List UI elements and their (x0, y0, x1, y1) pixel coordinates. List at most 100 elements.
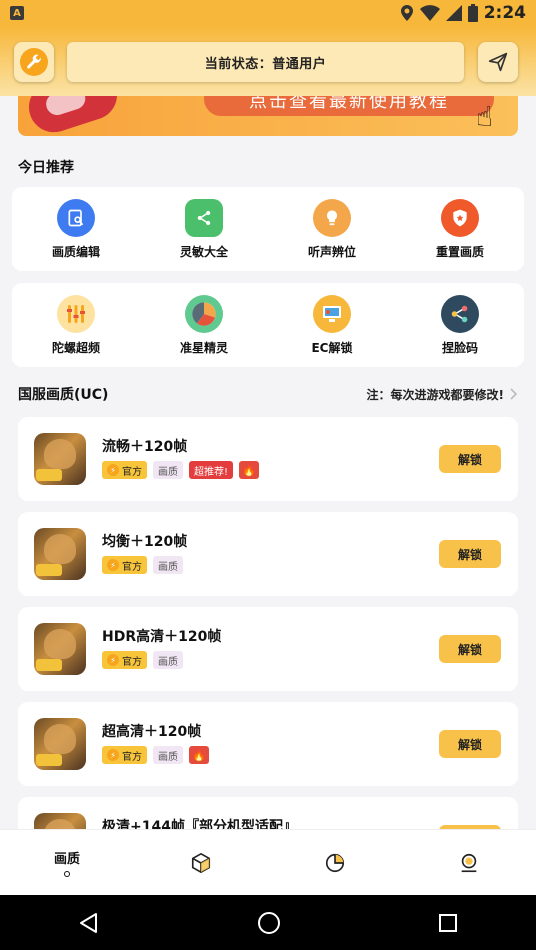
wrench-icon (27, 54, 41, 69)
tool-label: 准星精灵 (179, 341, 228, 355)
quality-tag: 画质 (153, 651, 183, 669)
megaphone-icon (22, 96, 124, 136)
official-badge-icon: ⚡ (107, 464, 119, 476)
today-row-2: 陀螺超频 准星精灵 EC解锁 捏脸码 (12, 283, 524, 367)
preset-tags: ⚡ 官方 画质 🔥 (102, 746, 209, 764)
preset-name: HDR高清＋120帧 (102, 629, 222, 645)
signal-icon (445, 5, 462, 21)
tool-reset-quality[interactable]: 重置画质 (396, 187, 524, 271)
tool-label: 灵敏大全 (179, 245, 228, 259)
nav-label: 画质 (53, 852, 80, 867)
preset-name: 超高清＋120帧 (102, 724, 202, 740)
tool-sensitivity[interactable]: 灵敏大全 (140, 187, 268, 271)
send-icon (488, 52, 508, 72)
game-thumbnail (34, 528, 86, 580)
nav-chart[interactable] (268, 830, 402, 895)
chevron-right-icon (510, 388, 518, 400)
pie-icon (185, 295, 223, 333)
preset-name: 均衡＋120帧 (102, 534, 188, 550)
preset-card: 极清+144帧『部分机型适配』 (18, 797, 518, 829)
tool-crosshair[interactable]: 准星精灵 (140, 283, 268, 367)
unlock-button[interactable]: 解锁 (439, 540, 501, 568)
tool-label: 捏脸码 (441, 341, 478, 355)
cube-icon (191, 852, 211, 873)
tool-label: EC解锁 (311, 341, 353, 355)
today-section-title: 今日推荐 (18, 160, 74, 176)
app-indicator-icon: A (10, 6, 24, 20)
battery-icon (467, 4, 478, 22)
preset-name: 流畅＋120帧 (102, 439, 188, 455)
bulb-icon (313, 199, 351, 237)
preset-tags: ⚡ 官方 画质 (102, 556, 183, 574)
official-tag: ⚡ 官方 (102, 556, 147, 574)
unlock-button[interactable]: 解锁 (439, 635, 501, 663)
tool-gyro-overclock[interactable]: 陀螺超频 (12, 283, 140, 367)
tool-ec-unlock[interactable]: EC解锁 (268, 283, 396, 367)
system-navigation-bar (0, 895, 536, 950)
preset-card: 流畅＋120帧 ⚡ 官方 画质 超推荐! 🔥 解锁 (18, 417, 518, 501)
status-bar: A 2:24 (0, 0, 536, 26)
pointing-hand-icon: ☝ (476, 100, 494, 133)
preset-card: HDR高清＋120帧 ⚡ 官方 画质 解锁 (18, 607, 518, 691)
nav-quality[interactable]: 画质 (0, 830, 134, 895)
game-thumbnail (34, 433, 86, 485)
profile-icon (461, 853, 477, 872)
official-tag: ⚡ 官方 (102, 461, 147, 479)
uc-note-text: 注：每次进游戏都要修改! (366, 387, 504, 402)
tool-label: 画质编辑 (51, 245, 100, 259)
clock: 2:24 (483, 3, 526, 23)
share-node-icon (441, 295, 479, 333)
official-tag: ⚡ 官方 (102, 651, 147, 669)
unlock-button[interactable]: 解锁 (439, 730, 501, 758)
unlock-button[interactable]: 解锁 (439, 445, 501, 473)
game-thumbnail (34, 623, 86, 675)
official-badge-icon: ⚡ (107, 654, 119, 666)
uc-section-header: 国服画质(UC) 注：每次进游戏都要修改! (18, 384, 518, 404)
tools-button[interactable] (14, 42, 54, 82)
nav-cube[interactable] (134, 830, 268, 895)
recents-icon[interactable] (438, 913, 458, 933)
game-thumbnail (34, 718, 86, 770)
location-icon (400, 5, 413, 21)
quality-tag: 画质 (153, 556, 183, 574)
game-thumbnail (34, 813, 86, 829)
wifi-icon (419, 5, 440, 21)
top-header: 当前状态：普通用户 (0, 26, 536, 96)
quality-tag: 画质 (153, 746, 183, 764)
today-row-1: 画质编辑 灵敏大全 听声辨位 重置画质 (12, 187, 524, 271)
quality-tag: 画质 (153, 461, 183, 479)
back-icon[interactable] (78, 912, 100, 934)
uc-section-note[interactable]: 注：每次进游戏都要修改! (367, 386, 518, 403)
status-icons: 2:24 (400, 3, 526, 23)
active-indicator-icon (64, 871, 70, 877)
sliders-icon (57, 295, 95, 333)
tool-face-code[interactable]: 捏脸码 (396, 283, 524, 367)
uc-section-title: 国服画质(UC) (18, 387, 109, 403)
chart-icon (325, 853, 345, 872)
official-badge-icon: ⚡ (107, 749, 119, 761)
banner-text: 点击查看最新使用教程 (204, 96, 494, 116)
home-circle-icon[interactable] (257, 911, 281, 935)
share-icon (185, 199, 223, 237)
monitor-icon (313, 295, 351, 333)
send-button[interactable] (478, 42, 518, 82)
preset-card: 均衡＋120帧 ⚡ 官方 画质 解锁 (18, 512, 518, 596)
preset-tags: ⚡ 官方 画质 超推荐! 🔥 (102, 461, 260, 479)
shield-icon (441, 199, 479, 237)
bottom-navigation: 画质 (0, 829, 536, 895)
preset-name: 极清+144帧『部分机型适配』 (102, 819, 297, 829)
preset-tags: ⚡ 官方 画质 (102, 651, 183, 669)
preset-card: 超高清＋120帧 ⚡ 官方 画质 🔥 解锁 (18, 702, 518, 786)
tool-label: 重置画质 (435, 245, 484, 259)
tool-quality-edit[interactable]: 画质编辑 (12, 187, 140, 271)
nav-profile[interactable] (402, 830, 536, 895)
tool-label: 听声辨位 (307, 245, 356, 259)
official-tag: ⚡ 官方 (102, 746, 147, 764)
tutorial-banner[interactable]: 点击查看最新使用教程 ☝ (18, 96, 518, 136)
edit-icon (57, 199, 95, 237)
fire-icon: 🔥 (239, 461, 260, 479)
fire-icon: 🔥 (189, 746, 209, 764)
tool-label: 陀螺超频 (51, 341, 100, 355)
tool-sound-position[interactable]: 听声辨位 (268, 187, 396, 271)
recommend-tag: 超推荐! (189, 461, 234, 479)
